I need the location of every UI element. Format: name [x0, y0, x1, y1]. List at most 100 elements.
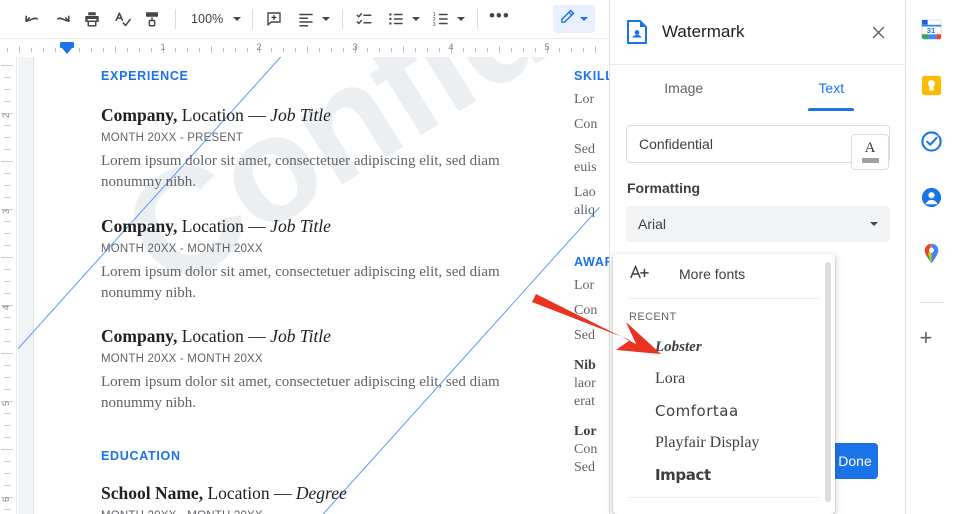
- ruler-tick: [1, 65, 13, 66]
- more-fonts-label: More fonts: [679, 266, 746, 282]
- add-app-button[interactable]: +: [920, 327, 944, 351]
- ruler-tick: [79, 48, 80, 52]
- ruler-tick: [463, 48, 464, 52]
- align-control[interactable]: [290, 5, 333, 33]
- undo-icon[interactable]: [18, 5, 46, 33]
- font-family-select[interactable]: Arial: [626, 206, 890, 242]
- recent-section-label: RECENT: [629, 311, 677, 323]
- font-option-comfortaa[interactable]: Comfortaa: [613, 395, 835, 427]
- font-family-value: Arial: [638, 216, 667, 232]
- maps-icon[interactable]: [920, 242, 944, 266]
- ruler-tick: [4, 269, 10, 270]
- vertical-ruler[interactable]: 2 3 4 5 6: [0, 57, 17, 514]
- chevron-down-icon: [412, 17, 421, 21]
- keep-icon[interactable]: [920, 74, 944, 98]
- ruler-tick: [595, 46, 596, 53]
- job-body: Lorem ipsum dolor sit amet, consectetuer…: [101, 153, 500, 191]
- font-menu-scrollbar[interactable]: [825, 262, 831, 502]
- ruler-tick: [1, 449, 13, 450]
- award-line: Nib: [574, 358, 596, 373]
- numbered-list-control[interactable]: 1 2 3: [425, 5, 468, 33]
- school-dash: —: [274, 482, 296, 503]
- award-line: Sed: [574, 460, 595, 475]
- paint-format-icon[interactable]: [138, 5, 166, 33]
- side-apps-panel: 31 +: [905, 0, 957, 514]
- ruler-tick: [4, 185, 10, 186]
- job-location: Location: [177, 326, 249, 347]
- ruler-tick: [4, 233, 10, 234]
- close-icon[interactable]: [865, 19, 891, 45]
- ruler-tick: [55, 48, 56, 52]
- ruler-tick: [271, 48, 272, 52]
- add-comment-icon[interactable]: [260, 5, 288, 33]
- text-color-button[interactable]: A: [851, 134, 889, 170]
- more-options-button[interactable]: •••: [485, 5, 513, 33]
- print-icon[interactable]: [78, 5, 106, 33]
- toolbar-divider: [175, 9, 176, 29]
- ruler-tick: [4, 293, 10, 294]
- ruler-tick: [19, 46, 20, 53]
- job-heading: Company, Location — Job Title: [101, 216, 521, 237]
- ruler-tick: [415, 48, 416, 52]
- calendar-icon[interactable]: 31: [920, 18, 944, 42]
- school-name: School Name,: [101, 482, 204, 503]
- numbered-list-icon: 1 2 3: [427, 5, 455, 33]
- ruler-tick: [4, 149, 10, 150]
- ruler-number: 6: [1, 496, 11, 502]
- job-body: Lorem ipsum dolor sit amet, consectetuer…: [101, 263, 500, 301]
- ruler-tick: [475, 48, 476, 52]
- horizontal-ruler[interactable]: 1 2 3 4 5: [0, 38, 609, 57]
- tab-text[interactable]: Text: [758, 65, 906, 111]
- job-body: Lorem ipsum dolor sit amet, consectetuer…: [101, 374, 500, 412]
- checklist-icon[interactable]: [350, 5, 378, 33]
- tab-image[interactable]: Image: [610, 65, 758, 111]
- toolbar-divider: [477, 9, 479, 29]
- ruler-tick: [235, 48, 236, 52]
- ruler-tick: [523, 48, 524, 52]
- spellcheck-icon[interactable]: [108, 5, 136, 33]
- ruler-tick: [1, 161, 13, 162]
- zoom-value: 100%: [191, 12, 224, 26]
- font-option-label: Lora: [655, 370, 686, 387]
- font-dropdown-menu[interactable]: More fonts RECENT Lobster Lora Comfortaa…: [613, 254, 835, 514]
- sidebar-divider: [919, 302, 944, 303]
- ruler-tick: [139, 48, 140, 52]
- job-date: MONTH 20XX - MONTH 20XX: [101, 242, 263, 255]
- ruler-tick: [487, 48, 488, 52]
- bulleted-list-control[interactable]: [380, 5, 423, 33]
- ruler-number: 4: [448, 42, 454, 53]
- document-canvas[interactable]: Confidential EXPERIENCE Company, Locatio…: [18, 57, 609, 514]
- job-entry: Company, Location — Job Title MONTH 20XX…: [101, 105, 521, 194]
- ruler-tick: [43, 48, 44, 52]
- skill-line: Lor: [574, 92, 595, 107]
- job-heading: Company, Location — Job Title: [101, 105, 521, 126]
- zoom-control[interactable]: 100%: [183, 6, 245, 32]
- ruler-number: 4: [1, 304, 11, 310]
- ruler-tick: [343, 48, 344, 52]
- ruler-tick: [4, 317, 10, 318]
- tasks-icon[interactable]: [920, 130, 944, 154]
- skill-line: aliq: [574, 203, 595, 218]
- contacts-icon[interactable]: [920, 186, 944, 210]
- font-option-playfair-display[interactable]: Playfair Display: [613, 427, 835, 459]
- ruler-number: 5: [1, 400, 11, 406]
- ruler-tick: [499, 46, 500, 53]
- redo-icon[interactable]: [48, 5, 76, 33]
- font-option-lobster[interactable]: Lobster: [613, 331, 835, 363]
- skill-line: Lao: [574, 185, 596, 200]
- ruler-tick: [4, 281, 10, 282]
- toolbar: 100% 1 2 3 •••: [0, 0, 609, 38]
- school-date: MONTH 20XX - MONTH 20XX: [101, 510, 521, 514]
- section-heading-education: EDUCATION: [101, 448, 181, 463]
- font-option-impact[interactable]: Impact: [613, 459, 835, 491]
- ruler-tick: [331, 48, 332, 52]
- left-indent-marker[interactable]: [60, 42, 74, 55]
- font-option-lora[interactable]: Lora: [613, 363, 835, 395]
- ruler-tick: [4, 245, 10, 246]
- document-page[interactable]: Confidential EXPERIENCE Company, Locatio…: [18, 57, 609, 514]
- more-fonts-item[interactable]: More fonts: [613, 254, 835, 294]
- job-date: MONTH 20XX - PRESENT: [101, 132, 244, 144]
- editing-mode-button[interactable]: [553, 5, 595, 33]
- ruler-tick: [4, 137, 10, 138]
- education-entry: School Name, Location — Degree MONTH 20X…: [101, 483, 521, 514]
